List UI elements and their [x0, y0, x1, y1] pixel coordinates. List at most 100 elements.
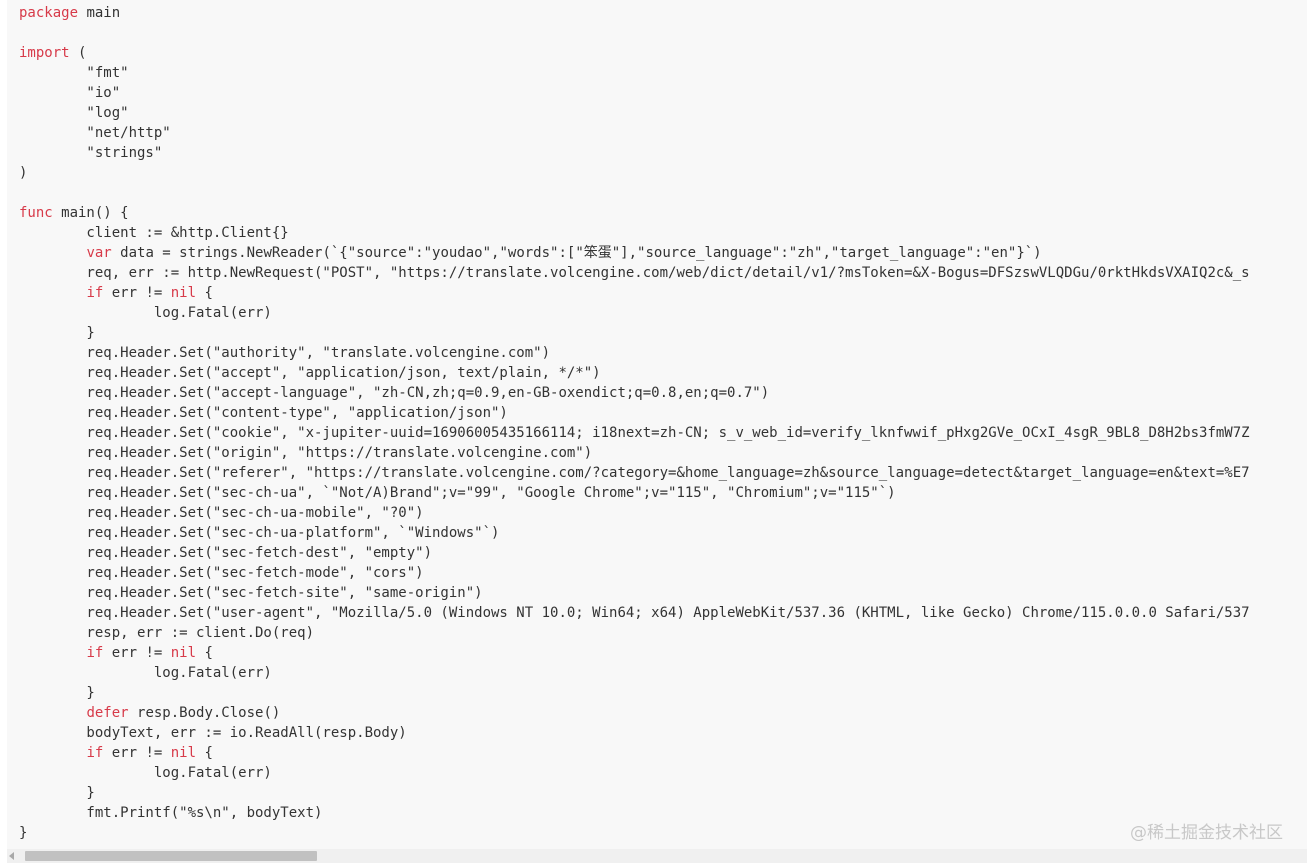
code-line: req.Header.Set("sec-fetch-site", "same-o…: [19, 583, 1307, 603]
code-text: }: [19, 785, 95, 801]
code-text: bodyText, err := io.ReadAll(resp.Body): [19, 725, 407, 741]
code-line: if err != nil {: [19, 643, 1307, 663]
code-keyword: defer: [86, 705, 129, 721]
code-line: req.Header.Set("authority", "translate.v…: [19, 343, 1307, 363]
code-line: "fmt": [19, 63, 1307, 83]
code-text: req.Header.Set("sec-fetch-mode", "cors"): [19, 565, 424, 581]
code-text: "strings": [19, 145, 163, 161]
code-keyword: nil: [170, 285, 197, 301]
code-line: req.Header.Set("sec-ch-ua", `"Not/A)Bran…: [19, 483, 1307, 503]
code-text: req.Header.Set("sec-ch-ua-mobile", "?0"): [19, 505, 424, 521]
code-text: resp, err := client.Do(req): [19, 625, 315, 641]
code-line: req.Header.Set("sec-ch-ua-mobile", "?0"): [19, 503, 1307, 523]
code-text: ): [19, 165, 28, 181]
code-text: log.Fatal(err): [19, 665, 272, 681]
code-text: {: [196, 645, 213, 661]
code-line: bodyText, err := io.ReadAll(resp.Body): [19, 723, 1307, 743]
code-block[interactable]: package main import ( "fmt" "io" "log" "n…: [7, 0, 1307, 863]
code-line: req.Header.Set("content-type", "applicat…: [19, 403, 1307, 423]
code-text: "fmt": [19, 65, 129, 81]
code-text: req.Header.Set("referer", "https://trans…: [19, 465, 1250, 481]
code-line: req.Header.Set("sec-fetch-mode", "cors"): [19, 563, 1307, 583]
code-line: req.Header.Set("cookie", "x-jupiter-uuid…: [19, 423, 1307, 443]
code-line: defer resp.Body.Close(): [19, 703, 1307, 723]
code-line: log.Fatal(err): [19, 663, 1307, 683]
code-text: req, err := http.NewRequest("POST", "htt…: [19, 265, 1250, 281]
code-line: func main() {: [19, 203, 1307, 223]
code-line: req.Header.Set("accept-language", "zh-CN…: [19, 383, 1307, 403]
code-line: }: [19, 323, 1307, 343]
code-line: req.Header.Set("user-agent", "Mozilla/5.…: [19, 603, 1307, 623]
code-text: req.Header.Set("sec-ch-ua", `"Not/A)Bran…: [19, 485, 896, 501]
code-keyword: import: [19, 45, 70, 61]
code-text: "io": [19, 85, 121, 101]
code-line: req.Header.Set("sec-ch-ua-platform", `"W…: [19, 523, 1307, 543]
code-content: package main import ( "fmt" "io" "log" "n…: [19, 3, 1307, 845]
code-text: req.Header.Set("accept-language", "zh-CN…: [19, 385, 770, 401]
code-keyword: nil: [170, 645, 197, 661]
code-text: resp.Body.Close(): [128, 705, 281, 721]
code-text: req.Header.Set("sec-ch-ua-platform", `"W…: [19, 525, 500, 541]
page: package main import ( "fmt" "io" "log" "n…: [0, 0, 1307, 863]
code-keyword: package: [19, 5, 79, 21]
code-line: req.Header.Set("sec-fetch-dest", "empty"…: [19, 543, 1307, 563]
code-text: {: [196, 285, 213, 301]
code-line: req, err := http.NewRequest("POST", "htt…: [19, 263, 1307, 283]
code-text: req.Header.Set("authority", "translate.v…: [19, 345, 551, 361]
code-text: req.Header.Set("sec-fetch-dest", "empty"…: [19, 545, 433, 561]
code-text: req.Header.Set("accept", "application/js…: [19, 365, 601, 381]
horizontal-scrollbar[interactable]: [7, 849, 1307, 863]
code-text: data = strings.NewReader(`{"source":"you…: [111, 245, 1042, 261]
code-text: }: [19, 325, 95, 341]
code-line: }: [19, 783, 1307, 803]
code-line: if err != nil {: [19, 283, 1307, 303]
code-line: "io": [19, 83, 1307, 103]
code-text: {: [196, 745, 213, 761]
code-line: if err != nil {: [19, 743, 1307, 763]
code-line: log.Fatal(err): [19, 763, 1307, 783]
code-keyword: if: [86, 645, 104, 661]
code-line: log.Fatal(err): [19, 303, 1307, 323]
code-line: package main: [19, 3, 1307, 23]
code-text: req.Header.Set("sec-fetch-site", "same-o…: [19, 585, 483, 601]
code-text: req.Header.Set("content-type", "applicat…: [19, 405, 508, 421]
code-keyword: func: [19, 205, 53, 221]
code-text: }: [19, 825, 28, 841]
code-text: main: [78, 5, 121, 21]
code-line: }: [19, 823, 1307, 843]
code-line: req.Header.Set("origin", "https://transl…: [19, 443, 1307, 463]
code-line: resp, err := client.Do(req): [19, 623, 1307, 643]
code-text: err !=: [103, 745, 171, 761]
code-line: "log": [19, 103, 1307, 123]
code-text: client := &http.Client{}: [19, 225, 289, 241]
code-text: req.Header.Set("cookie", "x-jupiter-uuid…: [19, 425, 1250, 441]
code-line: req.Header.Set("accept", "application/js…: [19, 363, 1307, 383]
code-line: var data = strings.NewReader(`{"source":…: [19, 243, 1307, 263]
code-text: log.Fatal(err): [19, 305, 272, 321]
code-line: "strings": [19, 143, 1307, 163]
code-keyword: if: [86, 285, 104, 301]
code-line: "net/http": [19, 123, 1307, 143]
code-keyword: nil: [170, 745, 197, 761]
code-text: }: [19, 685, 95, 701]
code-text: err !=: [103, 285, 171, 301]
code-line: }: [19, 683, 1307, 703]
code-line: import (: [19, 43, 1307, 63]
watermark: @稀土掘金技术社区: [1130, 823, 1283, 843]
code-text: "net/http": [19, 125, 171, 141]
code-keyword: if: [86, 745, 104, 761]
code-text: fmt.Printf("%s\n", bodyText): [19, 805, 323, 821]
code-text: log.Fatal(err): [19, 765, 272, 781]
scrollbar-thumb[interactable]: [25, 851, 317, 861]
code-text: "log": [19, 105, 129, 121]
chevron-left-icon[interactable]: [9, 852, 14, 860]
code-text: err !=: [103, 645, 171, 661]
code-text: (: [69, 45, 87, 61]
